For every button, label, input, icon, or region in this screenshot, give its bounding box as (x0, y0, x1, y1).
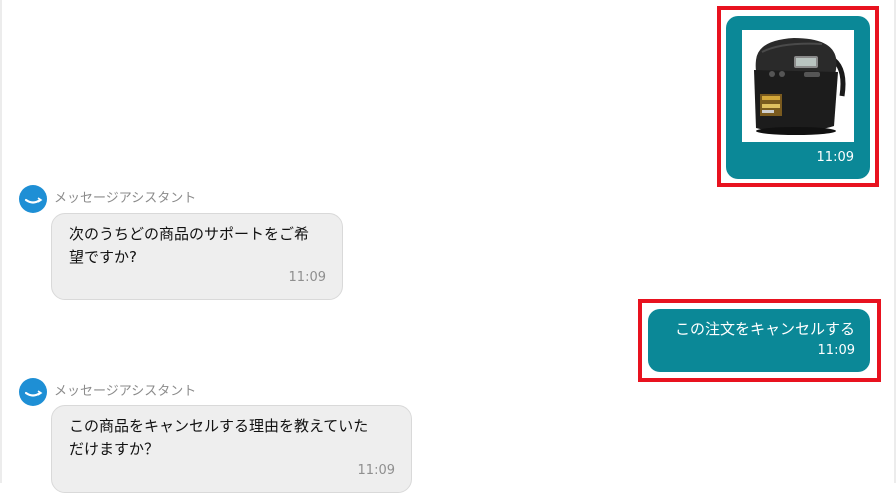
message-timestamp: 11:09 (288, 270, 326, 285)
message-timestamp: 11:09 (817, 343, 855, 358)
message-timestamp: 11:09 (357, 463, 395, 478)
assistant-message: この商品をキャンセルする理由を教えていた だけますか？ 11:09 (51, 405, 412, 493)
chat-left-border (0, 0, 2, 483)
assistant-avatar-icon (19, 378, 47, 406)
message-text: 次のうちどの商品のサポートをご希 望ですか? (69, 223, 309, 269)
message-text: この注文をキャンセルする (674, 320, 855, 338)
assistant-message: 次のうちどの商品のサポートをご希 望ですか? 11:09 (51, 213, 343, 300)
sender-name: メッセージアシスタント (54, 384, 197, 399)
user-image-message[interactable]: 11:09 (726, 16, 870, 179)
sender-name: メッセージアシスタント (54, 191, 197, 206)
message-text-line: 次のうちどの商品のサポートをご希 (69, 225, 310, 243)
user-message-cancel-order[interactable]: この注文をキャンセルする 11:09 (648, 309, 870, 372)
message-text-line: 望ですか? (69, 248, 137, 266)
assistant-avatar-icon (19, 185, 47, 213)
message-text-line: だけますか？ (69, 440, 160, 458)
rice-cooker-product-image[interactable] (742, 30, 854, 142)
message-timestamp: 11:09 (816, 150, 854, 165)
message-text-line: この商品をキャンセルする理由を教えていた (69, 417, 369, 435)
message-text: この商品をキャンセルする理由を教えていた だけますか？ (69, 415, 368, 461)
